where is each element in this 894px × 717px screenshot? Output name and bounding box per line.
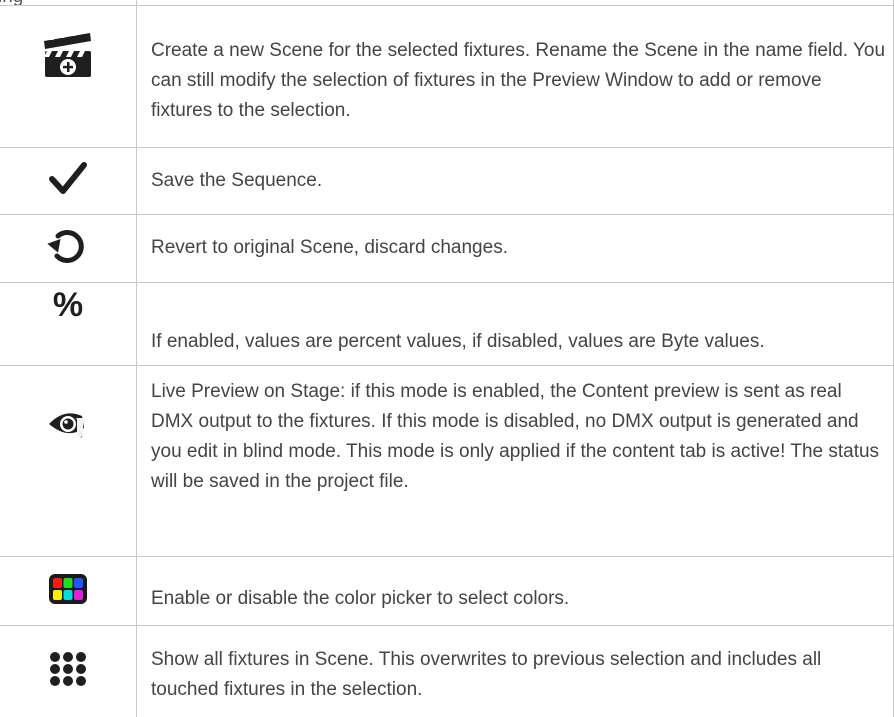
revert-icon: [47, 225, 89, 272]
table-row-description: If enabled, values are percent values, i…: [151, 331, 765, 352]
table-row-description: Save the Sequence.: [151, 170, 323, 191]
color-picker-grid-icon: [49, 573, 87, 609]
table-row-icon-cell: [0, 626, 136, 717]
scene-add-clapperboard-icon: [40, 27, 96, 84]
table-row-icon-cell: %: [0, 283, 136, 328]
table-row-icon-cell: [0, 148, 136, 214]
table-row-icon-cell: [0, 215, 136, 282]
table-row-description: Enable or disable the color picker to se…: [151, 588, 570, 609]
documentation-table: ing Create a new Scen: [0, 0, 894, 717]
table-row-description: Revert to original Scene, discard change…: [151, 237, 508, 258]
table-row-description: Show all fixtures in Scene. This overwri…: [151, 649, 822, 700]
table-row-icon-cell: [0, 366, 136, 486]
all-fixtures-dots-icon: [48, 651, 88, 692]
table-row-description: Live Preview on Stage: if this mode is e…: [151, 381, 880, 492]
percent-icon: %: [52, 286, 84, 324]
table-row-icon-cell: [0, 557, 136, 625]
table-row-icon-cell: [0, 5, 136, 105]
eye-live-preview-icon: [46, 406, 90, 447]
table-row-description: Create a new Scene for the selected fixt…: [151, 40, 886, 121]
column-divider: [136, 0, 137, 717]
checkmark-icon: [48, 161, 88, 202]
